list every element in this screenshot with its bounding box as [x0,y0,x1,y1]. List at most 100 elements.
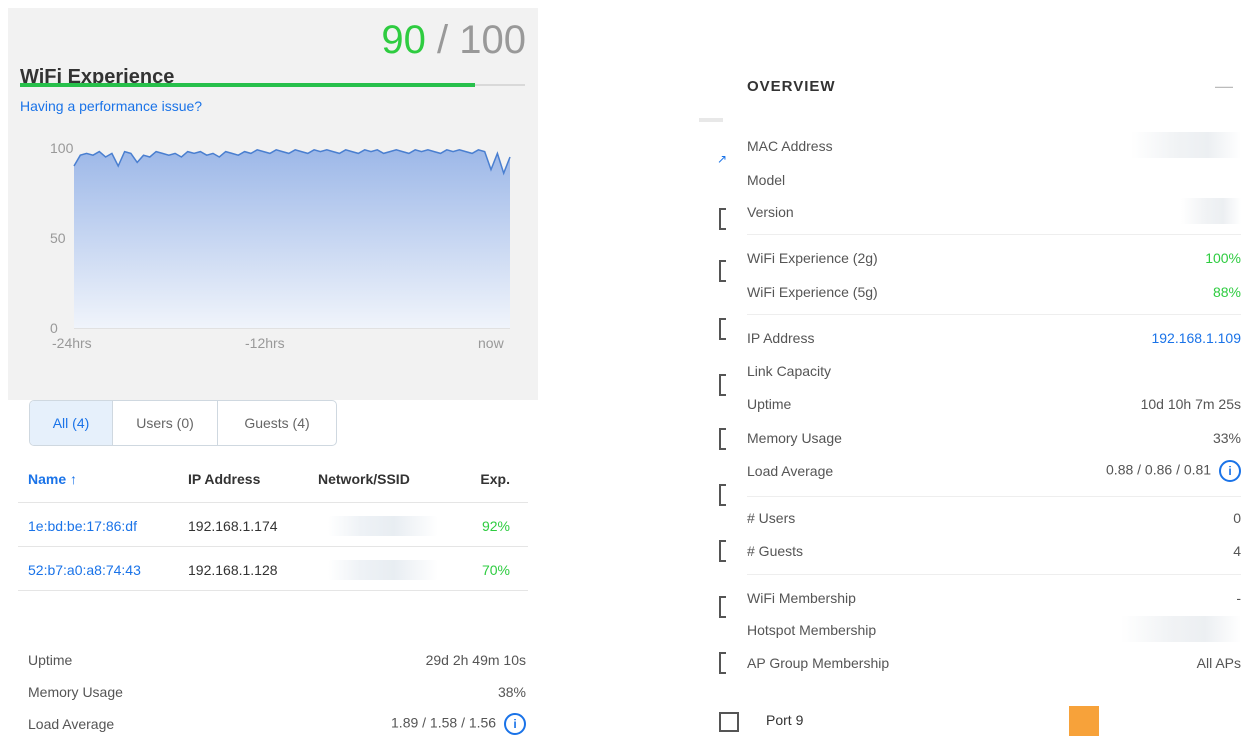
table-row[interactable]: 52:b7:a0:a8:74:43 192.168.1.128 70% [18,546,528,591]
client-exp: 70% [481,562,510,578]
stat-uptime-label: Uptime [28,652,73,668]
collapse-icon[interactable]: — [1215,76,1233,97]
overview-mac: MAC Address [747,132,1241,158]
ip-label: IP Address [747,330,815,346]
client-exp: 92% [481,518,510,534]
row-checkbox-partial[interactable] [719,596,726,618]
version-value-redacted [1181,198,1241,224]
row-checkbox-partial[interactable] [719,208,726,230]
client-filter-tabs: All (4) Users (0) Guests (4) [29,400,337,446]
table-divider [18,590,528,591]
wifi-membership-value: - [1236,590,1241,606]
column-header-network[interactable]: Network/SSID [318,471,410,487]
overview-panel: ↗ OVERVIEW — MAC Address Model Version W… [695,40,1245,736]
info-icon[interactable]: i [504,713,526,735]
x-tick-label: -12hrs [245,335,285,351]
row-checkbox-partial[interactable] [719,428,726,450]
ap-group-value: All APs [1196,655,1241,671]
overview-wifi-membership: WiFi Membership - [747,590,1241,606]
wifi-2g-label: WiFi Experience (2g) [747,250,878,266]
overview-hotspot: Hotspot Membership [747,616,1241,642]
chart-area [74,149,510,328]
overview-model: Model [747,172,1241,188]
divider [747,234,1241,235]
wifi-5g-label: WiFi Experience (5g) [747,284,878,300]
hotspot-label: Hotspot Membership [747,622,877,638]
row-checkbox-partial[interactable] [719,318,726,340]
hotspot-value-redacted [1121,616,1241,642]
column-header-name[interactable]: Name ↑ [28,471,77,487]
users-value: 0 [1233,510,1241,526]
row-checkbox-partial[interactable] [719,374,726,396]
load-value: 0.88 / 0.86 / 0.81 [1106,461,1212,478]
x-tick-label: -24hrs [52,335,92,351]
ap-group-label: AP Group Membership [747,655,890,671]
mac-label: MAC Address [747,138,833,154]
client-ssid-redacted [328,516,438,536]
overview-uptime: Uptime 10d 10h 7m 25s [747,396,1241,412]
row-checkbox-partial[interactable] [719,652,726,674]
port-9-status-swatch [1069,706,1099,736]
info-icon[interactable]: i [1219,460,1241,482]
divider [747,574,1241,575]
ip-value-link[interactable]: 192.168.1.109 [1151,330,1241,346]
tab-guests[interactable]: Guests (4) [218,401,336,445]
tab-all[interactable]: All (4) [30,401,113,445]
overview-memory: Memory Usage 33% [747,430,1241,446]
version-label: Version [747,204,794,220]
mac-value-redacted [1131,132,1241,158]
memory-value: 33% [1212,430,1241,446]
stat-memory: Memory Usage 38% [28,684,526,700]
overview-version: Version [747,198,1241,224]
client-name[interactable]: 1e:bd:be:17:86:df [28,518,137,534]
overview-ip: IP Address 192.168.1.109 [747,330,1241,346]
stat-uptime: Uptime 29d 2h 49m 10s [28,652,526,668]
port-9-checkbox[interactable] [719,712,739,732]
client-ip: 192.168.1.174 [188,518,278,534]
table-row[interactable]: 1e:bd:be:17:86:df 192.168.1.174 92% [18,502,528,547]
row-checkbox-partial[interactable] [719,540,726,562]
load-label: Load Average [747,463,834,479]
load-value-wrap: 0.88 / 0.86 / 0.81 i [1106,460,1241,482]
column-header-ip[interactable]: IP Address [188,471,260,487]
stat-load: Load Average 1.89 / 1.58 / 1.56 i [28,713,526,735]
wifi-5g-value: 88% [1212,284,1241,300]
stat-memory-label: Memory Usage [28,684,123,700]
overview-ap-group: AP Group Membership All APs [747,655,1241,671]
left-panel: WiFi Experience 90 / 100 Having a perfor… [0,0,540,735]
y-tick-label: 100 [50,140,74,156]
wifi-2g-value: 100% [1205,250,1241,266]
tab-users[interactable]: Users (0) [113,401,218,445]
link-capacity-label: Link Capacity [747,363,832,379]
uptime-label: Uptime [747,396,792,412]
row-checkbox-partial[interactable] [719,260,726,282]
overview-link-capacity: Link Capacity [747,363,1241,379]
divider [747,496,1241,497]
overview-users: # Users 0 [747,510,1241,526]
client-ssid-redacted [328,560,438,580]
memory-label: Memory Usage [747,430,842,446]
overview-load: Load Average 0.88 / 0.86 / 0.81 i [747,460,1241,482]
overview-title: OVERVIEW [747,78,836,95]
model-label: Model [747,172,786,188]
guests-value: 4 [1233,543,1241,559]
guests-label: # Guests [747,543,804,559]
y-tick-label: 0 [50,320,58,336]
stat-load-value: 1.89 / 1.58 / 1.56 [391,714,497,731]
client-name[interactable]: 52:b7:a0:a8:74:43 [28,562,141,578]
chart-mini-icon: ↗ [717,152,728,166]
divider [747,314,1241,315]
overview-guests: # Guests 4 [747,543,1241,559]
stat-memory-value: 38% [497,684,526,700]
port-9-label[interactable]: Port 9 [766,712,803,728]
stat-load-label: Load Average [28,716,115,732]
stat-load-value-wrap: 1.89 / 1.58 / 1.56 i [391,713,526,735]
overview-wifi-5g: WiFi Experience (5g) 88% [747,284,1241,300]
y-tick-label: 50 [50,230,66,246]
column-header-exp[interactable]: Exp. [480,471,510,487]
wifi-membership-label: WiFi Membership [747,590,856,606]
row-checkbox-partial[interactable] [719,484,726,506]
overview-wifi-2g: WiFi Experience (2g) 100% [747,250,1241,266]
client-ip: 192.168.1.128 [188,562,278,578]
left-strip-divider [699,118,723,122]
